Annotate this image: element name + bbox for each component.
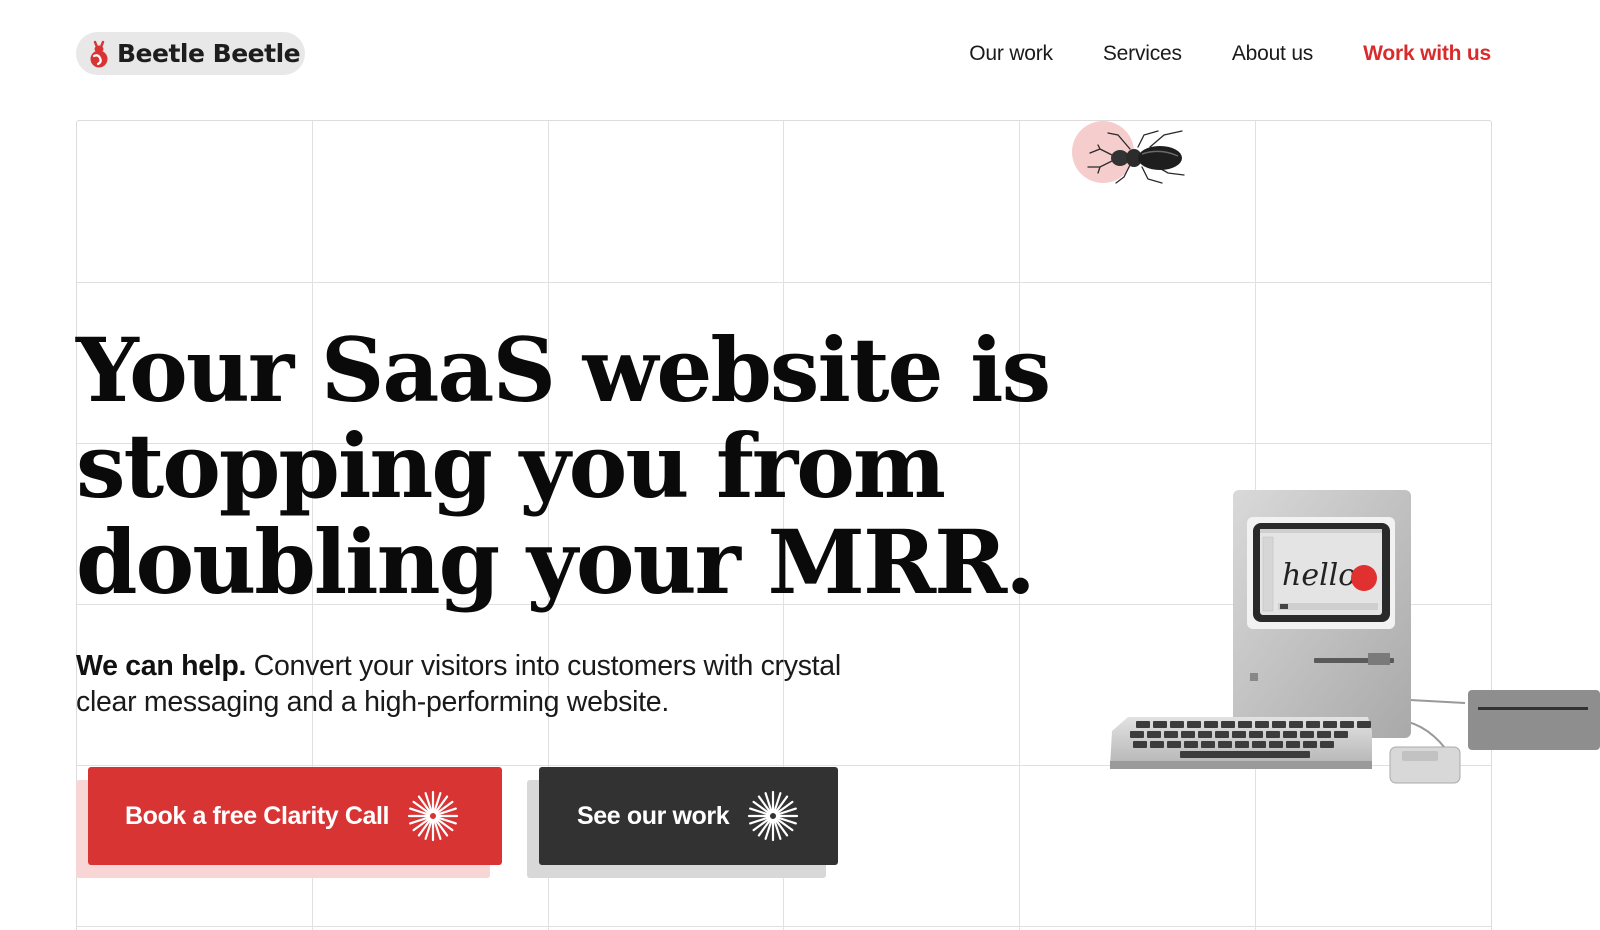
external-drive: [1468, 690, 1600, 750]
keyboard-key: [1184, 741, 1198, 748]
subheading-bold: We can help.: [76, 650, 247, 682]
keyboard-key: [1320, 741, 1334, 748]
keyboard-key: [1187, 721, 1201, 728]
keyboard-key: [1170, 721, 1184, 728]
book-clarity-call-button[interactable]: Book a free Clarity Call: [88, 767, 502, 865]
keyboard-key: [1306, 721, 1320, 728]
keyboard-key: [1357, 721, 1371, 728]
keyboard-key: [1136, 721, 1150, 728]
keyboard-key: [1235, 741, 1249, 748]
keyboard-key: [1147, 731, 1161, 738]
starburst-icon: [408, 790, 459, 842]
keyboard-key: [1249, 731, 1263, 738]
keyboard-key: [1323, 721, 1337, 728]
keyboard-key: [1303, 741, 1317, 748]
keyboard-key: [1232, 731, 1246, 738]
grid-line: [77, 926, 1491, 927]
keyboard-key: [1167, 741, 1181, 748]
keyboard-key: [1269, 741, 1283, 748]
keyboard-key: [1215, 731, 1229, 738]
headline-line: doubling your MRR.: [76, 510, 1036, 614]
button-label: Book a free Clarity Call: [125, 801, 390, 830]
keyboard-key: [1150, 741, 1164, 748]
keyboard-key: [1317, 731, 1331, 738]
keyboard-key: [1218, 741, 1232, 748]
keyboard-spacebar: [1180, 751, 1310, 758]
keyboard-key: [1252, 741, 1266, 748]
keyboard-key: [1289, 721, 1303, 728]
keyboard-key: [1334, 731, 1348, 738]
headline-line: stopping you from: [76, 414, 946, 518]
hero-headline: Your SaaS website is stopping you from d…: [76, 322, 1176, 610]
see-our-work-button[interactable]: See our work: [539, 767, 838, 865]
hero-subheading: We can help. Convert your visitors into …: [76, 648, 896, 720]
grid-line: [77, 282, 1491, 283]
keyboard-key: [1181, 731, 1195, 738]
beetle-icon: [1087, 130, 1185, 184]
keyboard-key: [1164, 731, 1178, 738]
keyboard-key: [1255, 721, 1269, 728]
nav-our-work[interactable]: Our work: [969, 42, 1053, 66]
nav-work-with-us[interactable]: Work with us: [1363, 42, 1491, 66]
button-label: See our work: [577, 801, 730, 830]
stag-beetle-image: [1072, 121, 1192, 191]
keyboard-key: [1272, 721, 1286, 728]
keyboard-key: [1283, 731, 1297, 738]
keyboard-key: [1204, 721, 1218, 728]
brand-name: Beetle Beetle: [117, 39, 301, 68]
keyboard-key: [1266, 731, 1280, 738]
keyboard-key: [1286, 741, 1300, 748]
keyboard-key: [1201, 741, 1215, 748]
nav-services[interactable]: Services: [1103, 42, 1182, 66]
keyboard-key: [1153, 721, 1167, 728]
keyboard-key: [1340, 721, 1354, 728]
beetle-logo-icon: [90, 40, 108, 67]
keyboard-key: [1300, 731, 1314, 738]
keyboard-key: [1130, 731, 1144, 738]
brand-logo[interactable]: Beetle Beetle: [76, 32, 305, 75]
macintosh-computer-image: hello: [1110, 490, 1600, 784]
main-nav: Our work Services About us Work with us: [919, 38, 1491, 70]
keyboard-key: [1221, 721, 1235, 728]
keyboard-key: [1198, 731, 1212, 738]
keyboard-key: [1238, 721, 1252, 728]
starburst-icon: [748, 790, 799, 842]
red-dot-decoration: [1351, 565, 1377, 591]
headline-line: Your SaaS website is: [76, 318, 1051, 422]
keyboard-key: [1133, 741, 1147, 748]
screen-hello-text: hello: [1282, 558, 1356, 593]
nav-about-us[interactable]: About us: [1232, 42, 1313, 66]
